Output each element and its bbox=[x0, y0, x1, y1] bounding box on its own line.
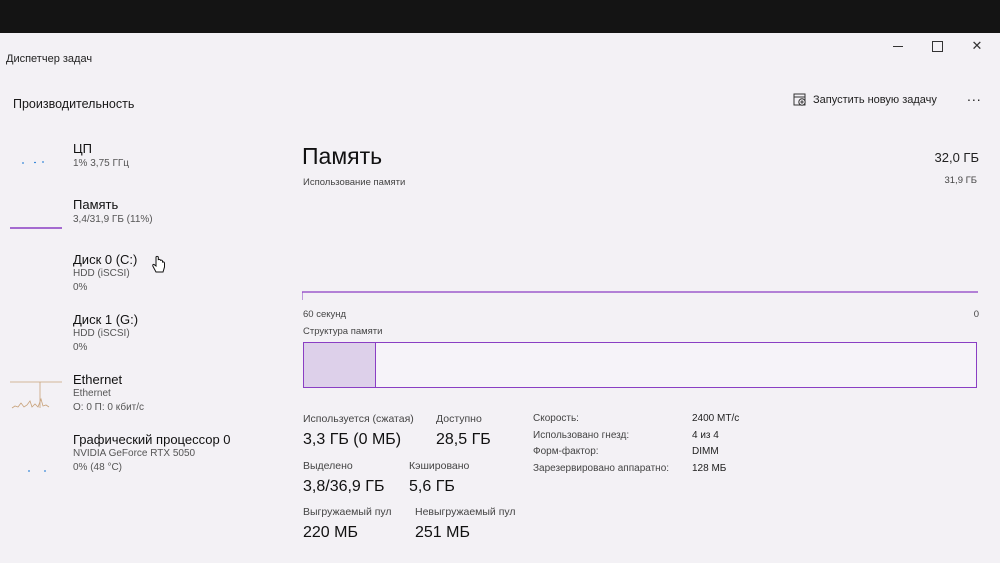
hand-pointer-cursor-icon bbox=[152, 255, 165, 273]
available-value: 28,5 ГБ bbox=[436, 431, 491, 448]
minimize-icon bbox=[893, 45, 903, 47]
maximize-button[interactable] bbox=[917, 35, 957, 57]
memory-title: Память bbox=[302, 143, 383, 169]
form-factor-label: Форм-фактор: bbox=[533, 446, 599, 457]
cached-label: Кэшировано bbox=[409, 460, 470, 472]
sidebar-item-label: Память bbox=[73, 197, 119, 212]
sidebar-item-disk-0[interactable]: Диск 0 (C:) HDD (iSCSI) 0% bbox=[0, 247, 270, 303]
sidebar-item-detail: NVIDIA GeForce RTX 5050 bbox=[73, 448, 196, 459]
sidebar-item-label: Графический процессор 0 bbox=[73, 432, 231, 447]
available-label: Доступно bbox=[436, 413, 482, 425]
window-title: Диспетчер задач bbox=[6, 53, 93, 65]
form-factor-value: DIMM bbox=[692, 446, 719, 457]
cached-value: 5,6 ГБ bbox=[409, 478, 455, 495]
sidebar-item-label: Диск 0 (C:) bbox=[73, 252, 138, 267]
graph-axis-zero: 0 bbox=[973, 309, 979, 320]
sidebar-item-usage: 0% bbox=[73, 342, 88, 353]
sidebar-item-throughput: О: 0 П: 0 кбит/с bbox=[73, 402, 145, 413]
slots-used-label: Использовано гнезд: bbox=[533, 430, 630, 441]
sidebar-item-detail: HDD (iSCSI) bbox=[73, 328, 130, 339]
sidebar-item-cpu[interactable]: ЦП 1% 3,75 ГГц bbox=[0, 135, 270, 191]
hardware-reserved-label: Зарезервировано аппаратно: bbox=[533, 463, 670, 474]
sidebar-item-detail: Ethernet bbox=[73, 388, 111, 399]
close-button[interactable]: ✕ bbox=[957, 35, 997, 57]
sidebar-item-usage: 0% (48 °C) bbox=[73, 462, 123, 473]
screen-bezel bbox=[0, 0, 1000, 34]
memory-usage-graph bbox=[302, 291, 978, 300]
run-new-task-button[interactable]: Запустить новую задачу bbox=[793, 93, 937, 106]
ethernet-thumbnail-graph bbox=[10, 381, 62, 409]
memory-thumbnail-graph bbox=[10, 227, 62, 229]
memory-usage-max: 31,9 ГБ bbox=[944, 175, 977, 186]
sidebar-item-disk-1[interactable]: Диск 1 (G:) HDD (iSCSI) 0% bbox=[0, 307, 270, 363]
close-icon: ✕ bbox=[971, 38, 983, 53]
sidebar-item-label: ЦП bbox=[73, 141, 92, 156]
in-use-label: Используется (сжатая) bbox=[303, 413, 414, 425]
sidebar-item-detail: 1% 3,75 ГГц bbox=[73, 158, 130, 169]
slots-used-value: 4 из 4 bbox=[692, 430, 719, 441]
nonpaged-pool-label: Невыгружаемый пул bbox=[415, 506, 516, 518]
cpu-thumbnail-graph bbox=[22, 161, 44, 164]
more-options-button[interactable]: ... bbox=[967, 88, 982, 104]
new-task-icon bbox=[793, 93, 806, 106]
sidebar-item-label: Диск 1 (G:) bbox=[73, 312, 139, 327]
committed-value: 3,8/36,9 ГБ bbox=[303, 478, 385, 495]
maximize-icon bbox=[931, 40, 943, 52]
memory-structure-label: Структура памяти bbox=[303, 326, 383, 337]
sidebar-item-usage: 0% bbox=[73, 282, 88, 293]
sidebar-item-detail: 3,4/31,9 ГБ (11%) bbox=[73, 214, 153, 225]
minimize-button[interactable] bbox=[878, 35, 918, 57]
nonpaged-pool-value: 251 МБ bbox=[415, 524, 470, 541]
memory-usage-label: Использование памяти bbox=[303, 177, 406, 188]
speed-value: 2400 MT/c bbox=[692, 413, 740, 424]
committed-label: Выделено bbox=[303, 460, 353, 472]
hardware-reserved-value: 128 МБ bbox=[692, 463, 727, 474]
in-use-value: 3,3 ГБ (0 МБ) bbox=[303, 431, 402, 448]
page-title: Производительность bbox=[13, 97, 135, 111]
paged-pool-label: Выгружаемый пул bbox=[303, 506, 392, 518]
graph-time-span: 60 секунд bbox=[303, 309, 347, 320]
sidebar-item-ethernet[interactable]: Ethernet Ethernet О: 0 П: 0 кбит/с bbox=[0, 367, 270, 423]
task-manager-window: Диспетчер задач ✕ Производительность Зап… bbox=[0, 33, 1000, 563]
memory-structure-bar bbox=[303, 342, 977, 388]
memory-structure-in-use bbox=[304, 343, 377, 387]
paged-pool-value: 220 МБ bbox=[303, 524, 358, 541]
memory-total: 32,0 ГБ bbox=[934, 150, 979, 165]
sidebar-item-gpu-0[interactable]: Графический процессор 0 NVIDIA GeForce R… bbox=[0, 427, 270, 483]
sidebar-item-detail: HDD (iSCSI) bbox=[73, 268, 130, 279]
gpu-thumbnail-graph bbox=[28, 470, 46, 472]
speed-label: Скорость: bbox=[533, 413, 579, 424]
sidebar-item-memory[interactable]: Память 3,4/31,9 ГБ (11%) bbox=[0, 191, 270, 247]
run-new-task-label: Запустить новую задачу bbox=[813, 93, 937, 106]
title-bar: Диспетчер задач ✕ bbox=[0, 33, 1000, 81]
sidebar-item-label: Ethernet bbox=[73, 372, 123, 387]
